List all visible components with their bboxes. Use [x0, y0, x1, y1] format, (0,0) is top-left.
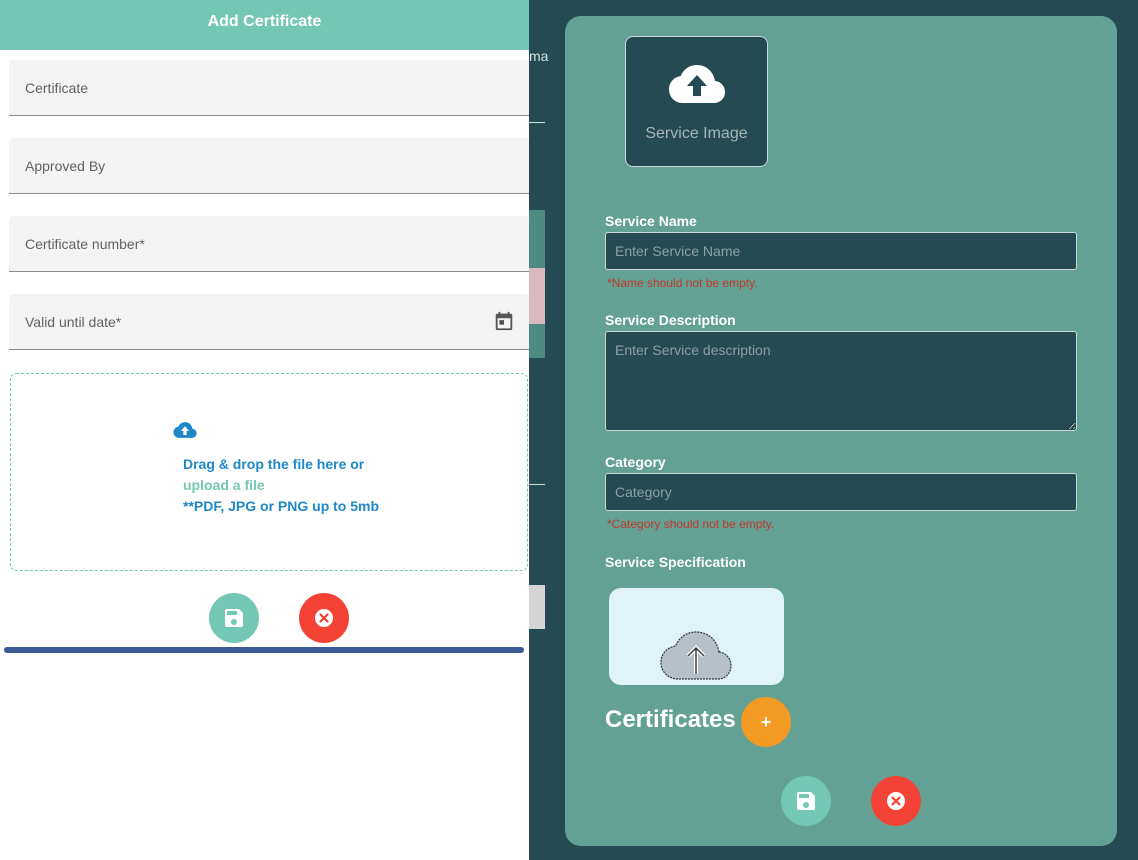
certificate-field-label: Certificate	[25, 80, 89, 96]
valid-until-date-field-label: Valid until date*	[25, 314, 122, 330]
category-error: *Category should not be empty.	[607, 517, 775, 531]
certificate-cancel-button[interactable]	[299, 593, 349, 643]
certificate-number-field[interactable]: Certificate number*	[9, 216, 529, 272]
file-dropzone[interactable]: Drag & drop the file here or upload a fi…	[10, 373, 528, 571]
certificate-save-button[interactable]	[209, 593, 259, 643]
certificates-title: Certificates	[605, 706, 736, 733]
background-divider	[529, 122, 545, 123]
service-form-panel: Service Image Service Name *Name should …	[565, 16, 1117, 846]
cloud-upload-icon	[669, 65, 725, 103]
background-strip	[529, 324, 545, 358]
floppy-disk-icon	[225, 609, 243, 627]
cloud-upload-icon	[660, 631, 732, 680]
specification-upload[interactable]	[609, 588, 784, 685]
service-name-input[interactable]	[605, 232, 1077, 270]
upload-file-link[interactable]: upload a file	[183, 477, 265, 493]
background-cut-text: ma	[529, 48, 549, 64]
calendar-icon[interactable]	[493, 310, 515, 332]
floppy-disk-icon	[797, 792, 815, 810]
service-name-error: *Name should not be empty.	[607, 276, 758, 290]
approved-by-field[interactable]: Approved By	[9, 138, 529, 194]
service-description-label: Service Description	[605, 312, 736, 328]
background-divider	[529, 484, 545, 485]
background-strip-grey	[529, 585, 545, 629]
certificate-number-field-label: Certificate number*	[25, 236, 145, 252]
service-image-label: Service Image	[645, 125, 748, 142]
add-certificate-button[interactable]: +	[741, 697, 791, 747]
cloud-upload-icon	[173, 422, 197, 438]
service-name-label: Service Name	[605, 213, 697, 229]
service-specification-label: Service Specification	[605, 554, 746, 570]
drawer-title: Add Certificate	[0, 0, 529, 50]
background-strip-pink	[529, 268, 545, 324]
dropzone-instruction: Drag & drop the file here or	[183, 456, 365, 472]
service-image-upload[interactable]: Service Image	[625, 36, 768, 167]
certificate-field[interactable]: Certificate	[9, 60, 529, 116]
horizontal-scrollbar[interactable]	[4, 647, 524, 653]
close-circle-icon	[887, 792, 905, 810]
category-label: Category	[605, 454, 666, 470]
close-circle-icon	[315, 609, 333, 627]
service-save-button[interactable]	[781, 776, 831, 826]
service-description-input[interactable]	[605, 331, 1077, 431]
approved-by-field-label: Approved By	[25, 158, 106, 174]
valid-until-date-field[interactable]: Valid until date*	[9, 294, 529, 350]
service-cancel-button[interactable]	[871, 776, 921, 826]
background-app: ma Service Image Service Name *Name shou…	[529, 0, 1138, 860]
add-certificate-drawer: Add Certificate Certificate Approved By …	[0, 0, 529, 860]
category-input[interactable]	[605, 473, 1077, 511]
background-strip	[529, 210, 545, 268]
dropzone-file-hint: **PDF, JPG or PNG up to 5mb	[183, 498, 380, 514]
